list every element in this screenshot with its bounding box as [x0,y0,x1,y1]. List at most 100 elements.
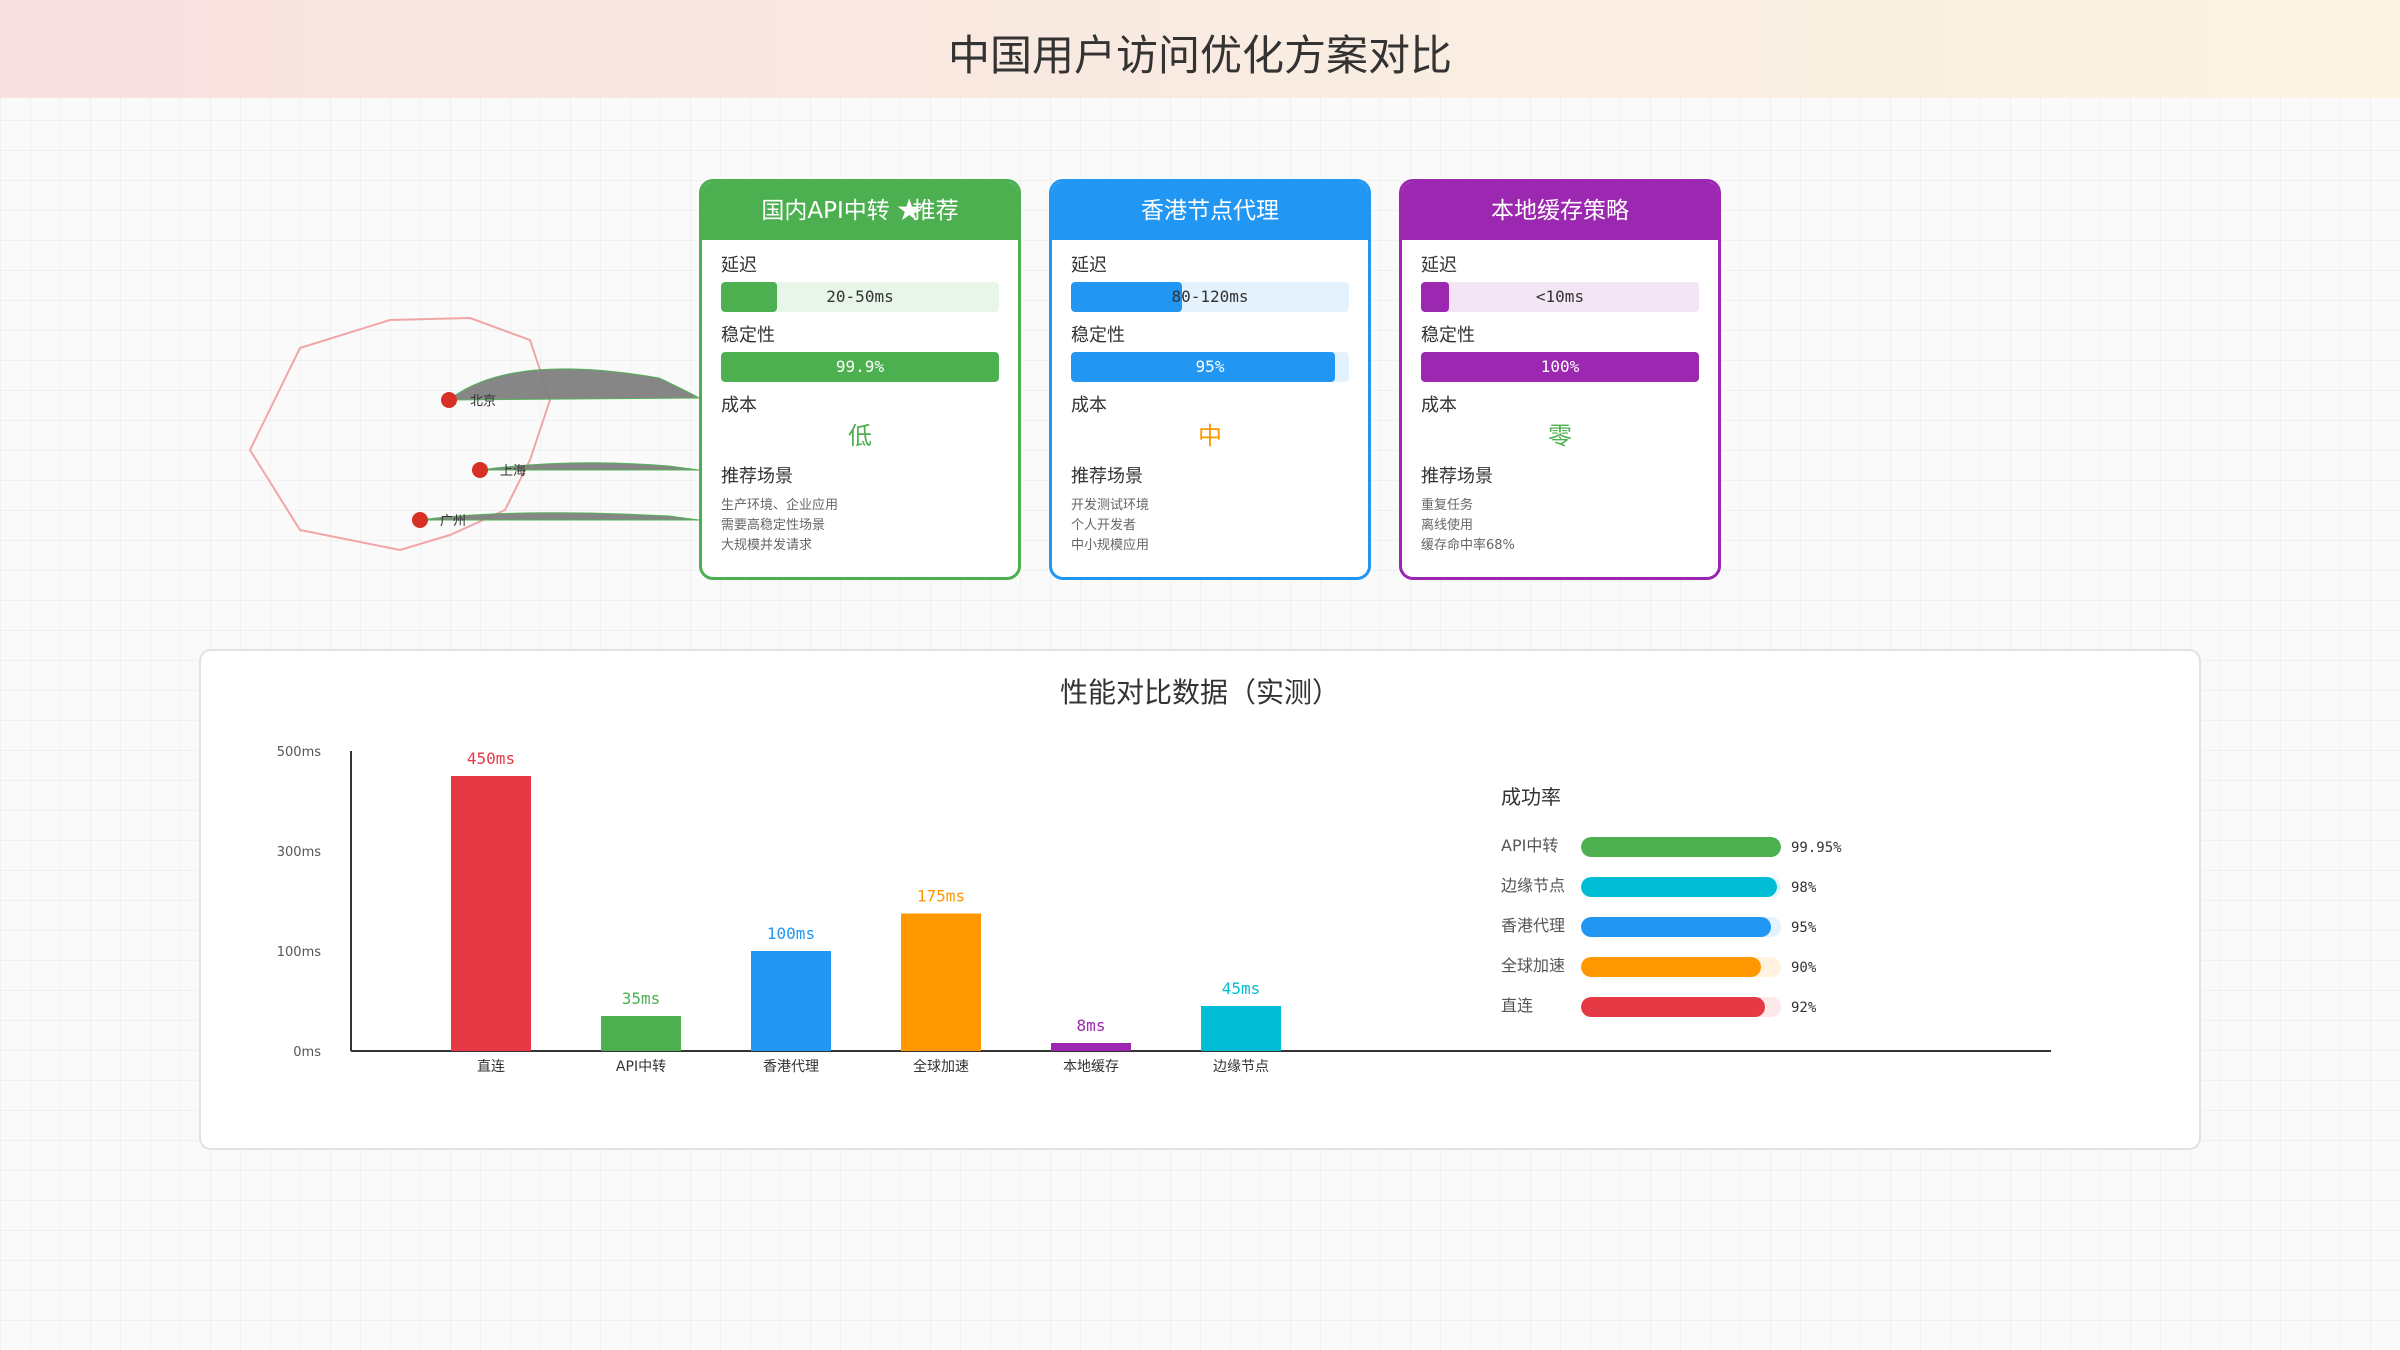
latency-bar: <10ms [1421,282,1699,312]
route-link-shanghai [479,462,700,471]
card-body: 延迟 20-50ms 稳定性 99.9% 成本低推荐场景生产环境、企业应用 需要高稳定性场… [702,240,1018,556]
latency-value: 80-120ms [1171,287,1249,306]
success-rate-bar [1581,917,1771,937]
city-dot-beijing [441,392,457,408]
china-outline [248,316,552,552]
success-rate-track [1581,957,1781,977]
success-rate-track [1581,997,1781,1017]
bar-3 [901,913,981,1051]
x-tick-label: 香港代理 [763,1059,819,1075]
cost-value: 零 [1548,422,1572,450]
stability-value: 99.9% [835,357,885,376]
scenario-item: 生产环境、企业应用 [721,498,839,513]
success-rate-row: 全球加速 90% [1501,954,1901,982]
scenario-item: 离线使用 [1421,518,1474,533]
card-header: 本地缓存策略 [1402,182,1718,240]
y-tick-label: 100ms [277,945,321,960]
scenario-item: 需要高稳定性场景 [721,518,826,533]
y-tick-label: 300ms [277,845,321,860]
success-rate-track [1581,917,1781,937]
success-rate-value: 98% [1791,880,1817,896]
page-header: 中国用户访问优化方案对比 [0,0,2400,98]
success-rate-bar [1581,997,1765,1017]
performance-panel: 性能对比数据（实测） 0ms 100ms 300ms 500ms 450ms 直连 35ms… [199,649,2201,1150]
cost-value: 中 [1198,422,1222,450]
x-tick-label: 直连 [477,1058,505,1075]
bar-value-label: 100ms [767,924,815,943]
card-header: 国内API中转 ★推荐 [702,182,1018,240]
city-label-guangzhou: 广州 [440,514,466,529]
success-rate-row: 香港代理 95% [1501,914,1901,942]
y-tick-label: 0ms [293,1045,321,1060]
bar-value-label: 8ms [1077,1016,1106,1035]
stability-label: 稳定性 [721,325,775,346]
latency-label: 延迟 [1071,255,1107,276]
stability-bar: 95% [1071,352,1349,382]
cost-label: 成本 [721,395,757,416]
latency-label: 延迟 [1421,255,1457,276]
success-rate-bar [1581,837,1781,857]
stability-bar: 100% [1421,352,1699,382]
bar-4 [1051,1043,1131,1051]
stability-bar: 99.9% [721,352,999,382]
latency-label: 延迟 [721,255,757,276]
scenario-label: 推荐场景 [1421,466,1493,487]
success-rate-row: 边缘节点 98% [1501,874,1901,902]
stability-value: 95% [1195,357,1225,376]
solution-card-api-relay: 国内API中转 ★推荐延迟 20-50ms 稳定性 99.9% 成本低推荐场景生产环境、企… [699,179,1021,580]
success-rate-value: 90% [1791,960,1817,976]
scenario-label: 推荐场景 [721,466,793,487]
success-rate-value: 99.95% [1791,840,1842,856]
bar-value-label: 450ms [467,749,515,768]
scenario-item: 缓存命中率68% [1421,538,1515,553]
success-rate-label: API中转 [1501,836,1559,855]
scenario-label: 推荐场景 [1071,466,1143,487]
latency-value: 20-50ms [826,287,894,306]
stability-value: 100% [1540,357,1580,376]
scenario-item: 开发测试环境 [1071,498,1150,513]
x-tick-label: API中转 [616,1059,666,1075]
bar-value-label: 175ms [917,887,965,906]
solution-card-hk-proxy: 香港节点代理延迟 80-120ms 稳定性 95% 成本中推荐场景开发测试环境 个人开发者… [1049,179,1371,580]
scenario-item: 重复任务 [1421,498,1474,513]
city-dot-guangzhou [412,512,428,528]
scenario-item: 个人开发者 [1071,518,1137,533]
cost-label: 成本 [1421,395,1457,416]
card-body: 延迟 80-120ms 稳定性 95% 成本中推荐场景开发测试环境 个人开发者中小规模应用 [1052,240,1368,556]
bar-2 [751,951,831,1051]
success-rate-value: 95% [1791,920,1817,936]
bar-0 [451,776,531,1051]
card-header: 香港节点代理 [1052,182,1368,240]
cost-label: 成本 [1071,395,1107,416]
success-rate-label: 香港代理 [1501,916,1566,935]
bar-1 [601,1016,681,1051]
latency-bar: 20-50ms [721,282,999,312]
success-rate-row: API中转 99.95% [1501,834,1901,862]
success-rate-label: 全球加速 [1501,956,1566,975]
success-rate-value: 92% [1791,1000,1817,1016]
star-icon: ★ [895,193,923,228]
bar-value-label: 35ms [622,989,661,1008]
success-rate-label: 边缘节点 [1501,876,1566,895]
latency-value: <10ms [1535,287,1585,306]
success-rate-track [1581,837,1781,857]
success-rate-title: 成功率 [1501,785,1561,809]
cost-value: 低 [848,422,872,450]
bar-value-label: 45ms [1222,979,1261,998]
solution-card-local-cache: 本地缓存策略延迟 <10ms 稳定性 100% 成本零推荐场景重复任务离线使用缓存命中率… [1399,179,1721,580]
card-body: 延迟 <10ms 稳定性 100% 成本零推荐场景重复任务离线使用缓存命中率68% [1402,240,1718,556]
scenario-item: 大规模并发请求 [721,538,813,553]
city-label-beijing: 北京 [470,394,496,409]
x-tick-label: 全球加速 [913,1058,969,1075]
stability-label: 稳定性 [1071,325,1125,346]
y-tick-label: 500ms [277,745,321,760]
scenario-item: 中小规模应用 [1071,538,1150,553]
card-title: 国内API中转 [761,198,890,224]
stability-label: 稳定性 [1421,325,1475,346]
page-title: 中国用户访问优化方案对比 [947,31,1452,80]
x-tick-label: 边缘节点 [1213,1059,1269,1075]
city-dot-shanghai [472,462,488,478]
success-rate-row: 直连 92% [1501,994,1901,1022]
card-title: 香港节点代理 [1141,198,1279,224]
success-rate-label: 直连 [1501,996,1534,1015]
